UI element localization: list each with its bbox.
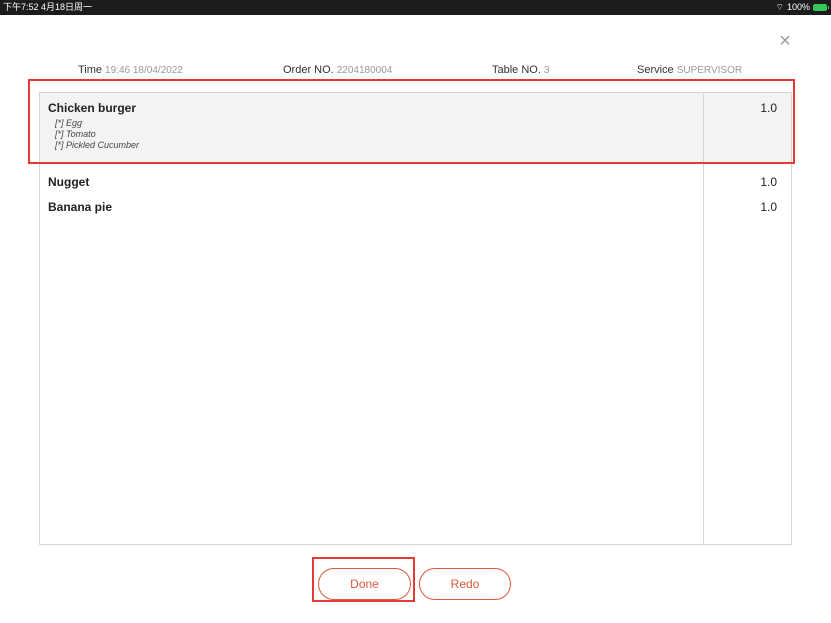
- table-value: 3: [543, 65, 550, 76]
- modifier: [*] Pickled Cucumber: [55, 140, 140, 150]
- battery-icon: [813, 4, 829, 11]
- column-divider: [703, 93, 704, 544]
- done-button[interactable]: Done: [318, 568, 411, 600]
- status-right: ⌔ 100%: [775, 0, 829, 15]
- modifier: [*] Tomato: [55, 129, 96, 139]
- modifier: [*] Egg: [55, 118, 83, 128]
- status-time-date: 下午7:52 4月18日周一: [3, 2, 93, 12]
- service-info: Service SUPERVISOR: [637, 64, 742, 76]
- item-qty: 1.0: [760, 175, 777, 189]
- list-item-banana-pie[interactable]: Banana pie 1.0: [40, 190, 791, 214]
- time-value: 19:46 18/04/2022: [105, 65, 183, 76]
- order-info: Order NO. 2204180004: [283, 64, 392, 76]
- service-value: SUPERVISOR: [676, 65, 743, 76]
- battery-percent: 100%: [786, 2, 810, 12]
- service-label: Service: [637, 64, 674, 76]
- status-bar: 下午7:52 4月18日周一 ⌔ 100%: [0, 0, 831, 15]
- close-icon[interactable]: ×: [776, 31, 794, 51]
- redo-button[interactable]: Redo: [419, 568, 511, 600]
- order-value: 2204180004: [336, 65, 393, 76]
- list-item-chicken-burger[interactable]: Chicken burger 1.0 [*] Egg [*] Tomato [*…: [40, 93, 791, 164]
- time-info: Time 19:46 18/04/2022: [78, 64, 183, 76]
- list-item-nugget[interactable]: Nugget 1.0: [40, 165, 791, 189]
- order-label: Order NO.: [283, 64, 334, 76]
- item-qty: 1.0: [760, 200, 777, 214]
- item-modifiers: [*] Egg [*] Tomato [*] Pickled Cucumber: [55, 118, 139, 151]
- item-name: Nugget: [48, 175, 90, 189]
- order-header: Time 19:46 18/04/2022 Order NO. 2204180004…: [0, 64, 831, 80]
- wifi-icon: ⌔: [775, 2, 784, 12]
- table-info: Table NO. 3: [492, 64, 549, 76]
- table-label: Table NO.: [492, 64, 541, 76]
- order-items-list: Chicken burger 1.0 [*] Egg [*] Tomato [*…: [39, 92, 792, 545]
- item-qty: 1.0: [760, 101, 777, 115]
- item-name: Banana pie: [48, 200, 113, 214]
- time-label: Time: [78, 64, 103, 76]
- item-name: Chicken burger: [48, 101, 137, 115]
